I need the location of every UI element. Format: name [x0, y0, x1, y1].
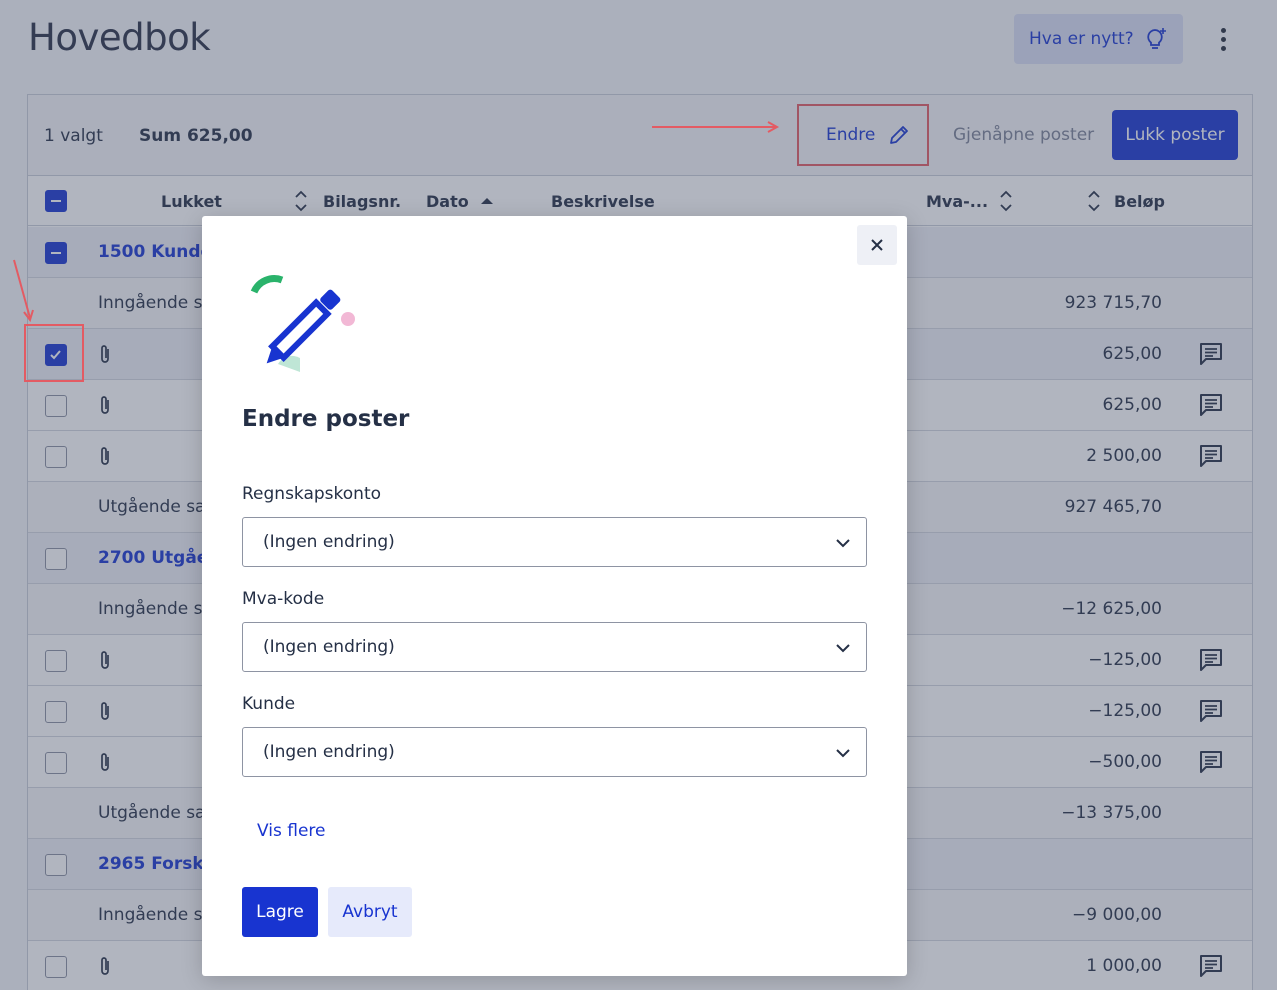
show-more-link[interactable]: Vis flere: [257, 821, 325, 841]
edit-pencil-illustration: [250, 275, 355, 372]
close-icon: [871, 239, 883, 251]
vat-code-select[interactable]: (Ingen endring): [242, 622, 867, 672]
account-select[interactable]: (Ingen endring): [242, 517, 867, 567]
customer-field-label: Kunde: [242, 694, 296, 714]
close-dialog-button[interactable]: [857, 225, 897, 265]
chevron-down-icon: [836, 644, 850, 653]
customer-select-value: (Ingen endring): [263, 742, 395, 762]
vat-select-value: (Ingen endring): [263, 637, 395, 657]
customer-select[interactable]: (Ingen endring): [242, 727, 867, 777]
chevron-down-icon: [836, 749, 850, 758]
save-button[interactable]: Lagre: [242, 887, 318, 937]
cancel-button[interactable]: Avbryt: [328, 887, 412, 937]
account-select-value: (Ingen endring): [263, 532, 395, 552]
chevron-down-icon: [836, 539, 850, 548]
dialog-title: Endre poster: [242, 406, 410, 432]
vat-field-label: Mva-kode: [242, 589, 325, 609]
edit-entries-dialog: Endre poster Regnskapskonto (Ingen endri…: [202, 216, 907, 976]
account-field-label: Regnskapskonto: [242, 484, 382, 504]
